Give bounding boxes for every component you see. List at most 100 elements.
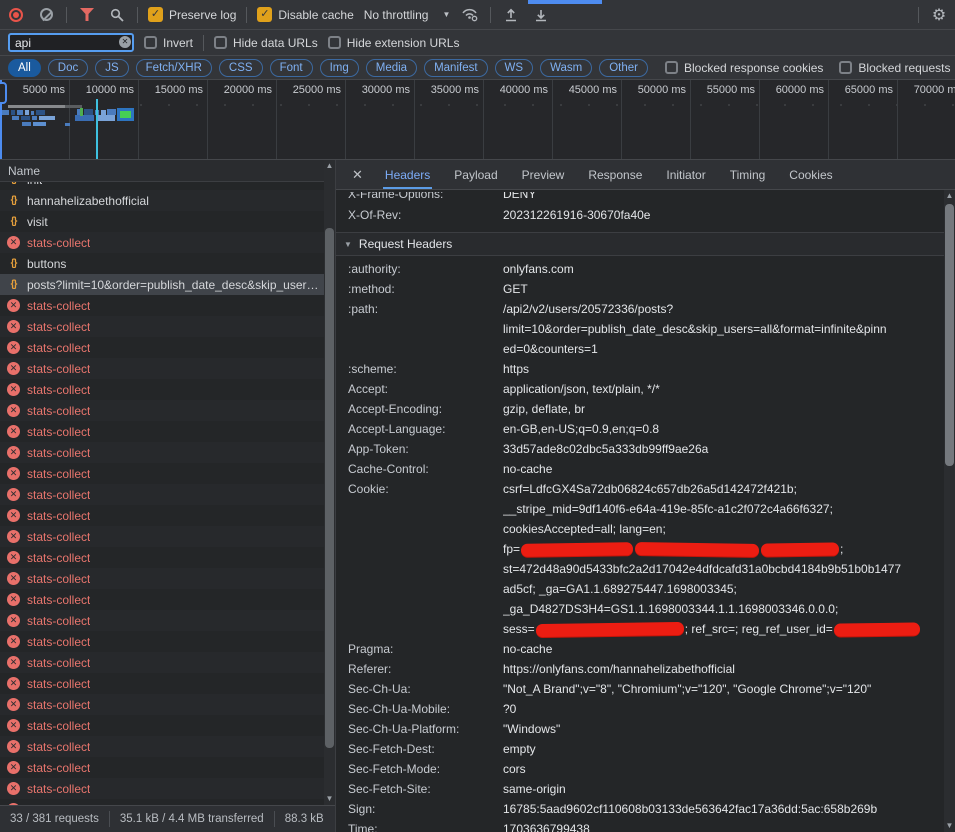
settings-button[interactable]: ⚙ bbox=[929, 5, 949, 25]
request-row[interactable]: ✕stats-collect bbox=[0, 715, 335, 736]
section-header[interactable]: ▼Request Headers bbox=[336, 232, 955, 256]
request-details-panel: ✕ HeadersPayloadPreviewResponseInitiator… bbox=[335, 160, 955, 832]
hide-data-urls-checkbox[interactable]: Hide data URLs bbox=[214, 36, 318, 50]
overview-ruler[interactable]: 5000 ms10000 ms15000 ms20000 ms25000 ms3… bbox=[0, 80, 955, 160]
request-row[interactable]: {}init bbox=[0, 182, 335, 190]
request-row[interactable]: ✕stats-collect bbox=[0, 778, 335, 799]
request-row[interactable]: ✕stats-collect bbox=[0, 421, 335, 442]
header-row: :method:GET bbox=[336, 279, 955, 299]
error-icon: ✕ bbox=[7, 404, 20, 417]
tab-payload[interactable]: Payload bbox=[444, 162, 507, 188]
header-name: App-Token: bbox=[348, 439, 503, 459]
type-chip-ws[interactable]: WS bbox=[495, 59, 534, 77]
request-row[interactable]: ✕stats-collect bbox=[0, 673, 335, 694]
request-row[interactable]: {}visit bbox=[0, 211, 335, 232]
tab-preview[interactable]: Preview bbox=[512, 162, 575, 188]
preserve-log-label: Preserve log bbox=[169, 8, 236, 22]
request-row[interactable]: {}hannahelizabethofficial bbox=[0, 190, 335, 211]
request-row[interactable]: ✕stats-collect bbox=[0, 484, 335, 505]
request-row[interactable]: ✕stats-collect bbox=[0, 337, 335, 358]
type-chip-manifest[interactable]: Manifest bbox=[424, 59, 487, 77]
request-row[interactable]: ✕stats-collect bbox=[0, 463, 335, 484]
request-row[interactable]: ✕stats-collect bbox=[0, 316, 335, 337]
type-chip-doc[interactable]: Doc bbox=[48, 59, 88, 77]
preserve-log-checkbox[interactable]: ✓ Preserve log bbox=[148, 7, 236, 22]
request-name: stats-collect bbox=[27, 782, 90, 796]
filter-checkbox-blocked-response-cookies[interactable]: Blocked response cookies bbox=[665, 61, 823, 75]
right-scrollbar-thumb[interactable] bbox=[945, 204, 954, 466]
request-row[interactable]: ✕stats-collect bbox=[0, 610, 335, 631]
network-conditions-button[interactable] bbox=[460, 5, 480, 25]
request-row[interactable]: ✕stats-collect bbox=[0, 400, 335, 421]
left-scrollbar[interactable]: ▲ ▼ bbox=[324, 160, 335, 805]
request-row[interactable]: ✕stats-collect bbox=[0, 442, 335, 463]
tab-response[interactable]: Response bbox=[578, 162, 652, 188]
request-row[interactable]: ✕stats-collect bbox=[0, 232, 335, 253]
type-chip-font[interactable]: Font bbox=[270, 59, 313, 77]
tab-cookies[interactable]: Cookies bbox=[779, 162, 842, 188]
type-chip-wasm[interactable]: Wasm bbox=[540, 59, 592, 77]
tab-headers[interactable]: Headers bbox=[375, 162, 440, 188]
name-column-header[interactable]: Name bbox=[0, 160, 335, 182]
filter-toggle-button[interactable] bbox=[77, 5, 97, 25]
type-chip-other[interactable]: Other bbox=[599, 59, 648, 77]
header-value-line: DENY bbox=[503, 192, 955, 204]
request-row[interactable]: {}posts?limit=10&order=publish_date_desc… bbox=[0, 274, 335, 295]
tab-initiator[interactable]: Initiator bbox=[656, 162, 715, 188]
header-row: :path:/api2/v2/users/20572336/posts?limi… bbox=[336, 299, 955, 359]
type-chip-js[interactable]: JS bbox=[95, 59, 128, 77]
request-row[interactable]: ✕stats-collect bbox=[0, 295, 335, 316]
header-row: :authority:onlyfans.com bbox=[336, 259, 955, 279]
error-icon: ✕ bbox=[7, 299, 20, 312]
record-button[interactable] bbox=[6, 5, 26, 25]
left-scrollbar-thumb[interactable] bbox=[325, 228, 334, 748]
request-row[interactable]: ✕stats-collect bbox=[0, 379, 335, 400]
error-icon: ✕ bbox=[7, 467, 20, 480]
import-har-button[interactable] bbox=[501, 5, 521, 25]
header-value: no-cache bbox=[503, 459, 955, 479]
request-row[interactable]: ✕stats-collect bbox=[0, 631, 335, 652]
request-row[interactable]: ✕stats-collect bbox=[0, 526, 335, 547]
request-row[interactable]: ✕stats-collect bbox=[0, 652, 335, 673]
request-name: hannahelizabethofficial bbox=[27, 194, 149, 208]
request-row[interactable]: ✕stats-collect bbox=[0, 358, 335, 379]
waterfall-bar bbox=[12, 116, 19, 120]
divider bbox=[66, 7, 67, 23]
export-har-button[interactable] bbox=[531, 5, 551, 25]
request-row[interactable]: {}buttons bbox=[0, 253, 335, 274]
clear-input-icon[interactable]: ✕ bbox=[119, 36, 131, 48]
header-row: :scheme:https bbox=[336, 359, 955, 379]
search-button[interactable] bbox=[107, 5, 127, 25]
hide-extension-urls-checkbox[interactable]: Hide extension URLs bbox=[328, 36, 460, 50]
disable-cache-checkbox[interactable]: ✓ Disable cache bbox=[257, 7, 353, 22]
tab-timing[interactable]: Timing bbox=[720, 162, 776, 188]
right-scrollbar[interactable]: ▲ ▼ bbox=[944, 190, 955, 832]
type-chip-css[interactable]: CSS bbox=[219, 59, 263, 77]
request-row[interactable]: ✕stats-collect bbox=[0, 589, 335, 610]
header-value-text: same-origin bbox=[503, 782, 566, 796]
scroll-down-icon[interactable]: ▼ bbox=[944, 820, 955, 832]
request-row[interactable]: ✕stats-collect bbox=[0, 736, 335, 757]
throttling-dropdown[interactable]: No throttling ▼ bbox=[364, 8, 451, 22]
request-row[interactable]: ✕stats-collect bbox=[0, 694, 335, 715]
scroll-down-icon[interactable]: ▼ bbox=[324, 793, 335, 805]
header-value-line: "Windows" bbox=[503, 719, 955, 739]
filter-checkbox-blocked-requests[interactable]: Blocked requests bbox=[839, 61, 950, 75]
filter-input[interactable] bbox=[8, 33, 134, 52]
scroll-up-icon[interactable]: ▲ bbox=[944, 190, 955, 202]
error-icon: ✕ bbox=[7, 320, 20, 333]
request-row[interactable]: ✕stats-collect bbox=[0, 568, 335, 589]
type-chip-media[interactable]: Media bbox=[366, 59, 417, 77]
type-chip-img[interactable]: Img bbox=[320, 59, 359, 77]
close-icon[interactable]: ✕ bbox=[344, 167, 371, 183]
request-row[interactable]: ✕stats-collect bbox=[0, 757, 335, 778]
clear-button[interactable] bbox=[36, 5, 56, 25]
scroll-up-icon[interactable]: ▲ bbox=[324, 160, 335, 172]
request-row[interactable]: ✕stats-collect bbox=[0, 505, 335, 526]
type-chip-fetch-xhr[interactable]: Fetch/XHR bbox=[136, 59, 212, 77]
request-row[interactable]: ✕stats-collect bbox=[0, 547, 335, 568]
header-row: Sec-Ch-Ua:"Not_A Brand";v="8", "Chromium… bbox=[336, 679, 955, 699]
invert-checkbox[interactable]: Invert bbox=[144, 36, 193, 50]
type-chip-all[interactable]: All bbox=[8, 59, 41, 77]
error-icon: ✕ bbox=[7, 635, 20, 648]
